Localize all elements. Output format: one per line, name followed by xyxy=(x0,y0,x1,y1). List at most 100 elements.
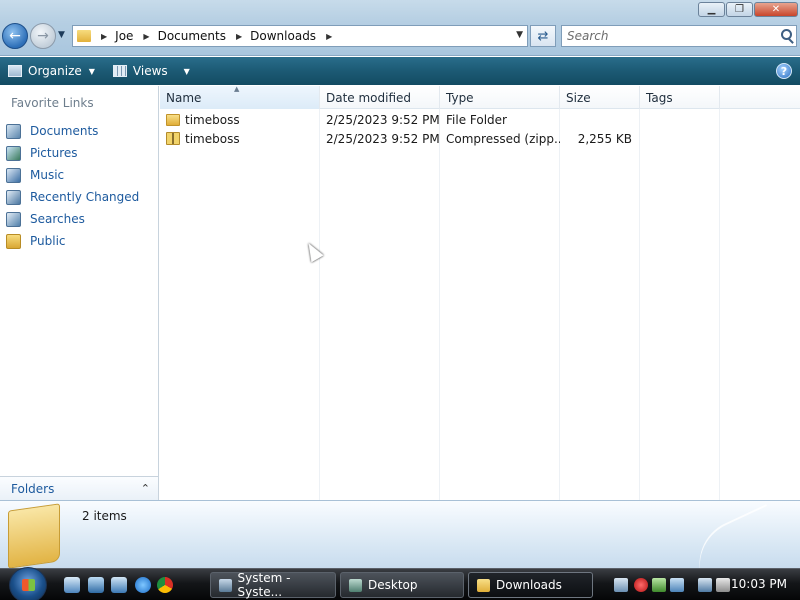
file-list: ▲ Name Date modified Type Size Tags time… xyxy=(160,85,800,500)
recent-pages-dropdown[interactable]: ▼ xyxy=(58,30,65,40)
file-name: timeboss xyxy=(185,112,240,127)
file-type: File Folder xyxy=(446,112,507,127)
chevron-up-icon: ⌃ xyxy=(140,482,150,495)
folders-label: Folders xyxy=(11,481,55,496)
nav-item-music[interactable]: Music xyxy=(6,164,139,186)
taskbar-item-label: Downloads xyxy=(496,578,562,592)
folder-icon xyxy=(477,578,490,592)
folders-toggle[interactable]: Folders ⌃ xyxy=(0,476,158,500)
chevron-right-icon[interactable]: ▶ xyxy=(326,32,332,41)
column-header-label: Date modified xyxy=(326,90,412,105)
refresh-icon: ⇄ xyxy=(537,28,549,44)
column-header-label: Name xyxy=(166,90,202,105)
internet-explorer-icon[interactable] xyxy=(135,577,151,593)
column-header-label: Size xyxy=(566,90,591,105)
nav-item-documents[interactable]: Documents xyxy=(6,120,139,142)
command-toolbar: Organize ▼ Views ▼ ? xyxy=(0,57,800,85)
searches-icon xyxy=(6,211,21,227)
nav-item-label: Searches xyxy=(30,212,85,226)
taskbar-clock[interactable]: 10:03 PM xyxy=(731,577,787,591)
breadcrumb-documents[interactable]: Documents xyxy=(158,29,226,43)
column-header-date-modified[interactable]: Date modified xyxy=(320,86,440,109)
refresh-button[interactable]: ⇄ xyxy=(530,25,556,47)
chevron-down-icon: ▼ xyxy=(88,66,95,76)
item-count-text: 2 items xyxy=(82,509,127,523)
forward-button[interactable]: → xyxy=(30,23,56,49)
favorite-links-title: Favorite Links xyxy=(11,96,94,110)
chevron-right-icon[interactable]: ▶ xyxy=(236,32,242,41)
column-divider xyxy=(319,109,320,500)
column-divider xyxy=(639,109,640,500)
chevron-right-icon[interactable]: ▶ xyxy=(143,32,149,41)
column-header-type[interactable]: Type xyxy=(440,86,560,109)
folder-icon xyxy=(166,113,180,126)
documents-icon xyxy=(6,123,21,139)
column-header-size[interactable]: Size xyxy=(560,86,640,109)
nav-item-searches[interactable]: Searches xyxy=(6,208,139,230)
speaker-muted-icon[interactable] xyxy=(716,578,730,592)
file-date: 2/25/2023 9:52 PM xyxy=(326,112,440,127)
zip-folder-icon xyxy=(166,132,180,145)
desktop-icon xyxy=(349,578,362,592)
tray-security-alert-icon[interactable] xyxy=(634,578,648,592)
views-button[interactable]: Views ▼ xyxy=(112,64,200,78)
nav-item-public[interactable]: Public xyxy=(6,230,139,252)
file-date: 2/25/2023 9:52 PM xyxy=(326,131,440,146)
organize-label: Organize xyxy=(28,64,82,78)
column-divider-lines xyxy=(160,109,800,500)
minimize-button[interactable]: ▁ xyxy=(698,2,725,17)
back-button[interactable]: ← xyxy=(2,23,28,49)
navigation-pane: Favorite Links Documents Pictures Music … xyxy=(0,86,159,500)
search-icon[interactable] xyxy=(781,29,792,40)
quicklaunch-switch-windows-icon[interactable] xyxy=(111,577,127,593)
tray-monitor-icon[interactable] xyxy=(698,578,712,592)
search-placeholder: Search xyxy=(567,29,609,43)
maximize-button[interactable]: ❐ xyxy=(726,2,753,17)
chrome-icon[interactable] xyxy=(157,577,173,593)
organize-button[interactable]: Organize ▼ xyxy=(8,64,105,78)
arrow-right-icon: → xyxy=(37,28,49,44)
views-label: Views xyxy=(132,64,168,78)
breadcrumb-downloads[interactable]: Downloads xyxy=(250,29,316,43)
taskbar-item-downloads[interactable]: Downloads xyxy=(468,572,593,598)
nav-item-label: Music xyxy=(30,168,65,182)
nav-item-pictures[interactable]: Pictures xyxy=(6,142,139,164)
taskbar-item-label: Desktop xyxy=(368,578,418,592)
column-header-label: Tags xyxy=(646,90,673,105)
organize-icon xyxy=(8,65,22,77)
file-row[interactable]: timeboss 2/25/2023 9:52 PM File Folder xyxy=(160,110,720,129)
nav-item-label: Pictures xyxy=(30,146,78,160)
column-header-tags[interactable]: Tags xyxy=(640,86,720,109)
tray-network-icon[interactable] xyxy=(614,578,628,592)
tray-windows-update-icon[interactable] xyxy=(670,578,684,592)
file-type: Compressed (zipp... xyxy=(446,131,560,146)
views-icon xyxy=(112,65,127,77)
chevron-right-icon[interactable]: ▶ xyxy=(101,32,107,41)
quicklaunch-computer-icon[interactable] xyxy=(88,577,104,593)
tray-checkmark-icon[interactable] xyxy=(652,578,666,592)
file-name: timeboss xyxy=(185,131,240,146)
column-header-label: Type xyxy=(446,90,474,105)
arrow-left-icon: ← xyxy=(9,28,21,44)
address-dropdown-button[interactable]: ▼ xyxy=(516,30,523,40)
details-pane: 2 items xyxy=(0,500,800,583)
taskbar-item-system[interactable]: System - Syste... xyxy=(210,571,336,599)
music-icon xyxy=(6,167,21,183)
address-bar[interactable]: ▶ Joe ▶ Documents ▶ Downloads ▶ ▼ xyxy=(72,25,528,47)
window-controls: ▁ ❐ ✕ xyxy=(698,2,798,17)
search-input[interactable]: Search xyxy=(561,25,797,47)
nav-item-label: Recently Changed xyxy=(30,190,140,204)
start-button[interactable] xyxy=(9,567,47,600)
column-header-name[interactable]: ▲ Name xyxy=(160,85,320,109)
folder-icon xyxy=(8,503,60,569)
file-size: 2,255 KB xyxy=(577,131,632,146)
breadcrumb-joe[interactable]: Joe xyxy=(115,29,133,43)
close-button[interactable]: ✕ xyxy=(754,2,798,17)
quicklaunch-show-desktop-icon[interactable] xyxy=(64,577,80,593)
file-row[interactable]: timeboss 2/25/2023 9:52 PM Compressed (z… xyxy=(160,129,720,148)
nav-item-recently-changed[interactable]: Recently Changed xyxy=(6,186,139,208)
file-name-cell: timeboss xyxy=(160,132,320,146)
taskbar-item-desktop[interactable]: Desktop xyxy=(340,572,464,598)
help-icon[interactable]: ? xyxy=(776,63,792,79)
column-divider xyxy=(439,109,440,500)
